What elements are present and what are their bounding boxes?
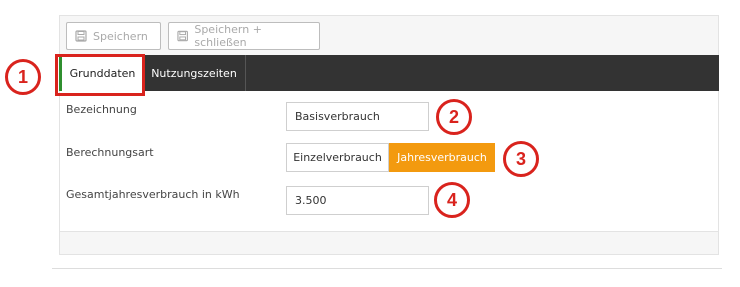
annotation-badge-4: 4 [434, 182, 470, 218]
save-button-label: Speichern [93, 29, 148, 43]
annotation-badge-3: 3 [503, 141, 539, 177]
gesamtjahresverbrauch-input[interactable]: 3.500 [286, 186, 429, 215]
option-einzelverbrauch[interactable]: Einzelverbrauch [286, 143, 389, 172]
gesamtjahresverbrauch-label: Gesamtjahresverbrauch in kWh [66, 188, 240, 201]
annotation-badge-1: 1 [5, 59, 41, 95]
save-close-button-label: Speichern + schließen [194, 23, 262, 49]
option-jahresverbrauch[interactable]: Jahresverbrauch [389, 143, 495, 172]
tab-nutzungszeiten[interactable]: Nutzungszeiten [143, 55, 246, 91]
berechnungsart-label: Berechnungsart [66, 146, 154, 159]
highlight-box [55, 54, 145, 96]
save-icon [177, 30, 188, 42]
tab-bar: Grunddaten Nutzungszeiten [59, 55, 719, 91]
divider [52, 268, 722, 269]
bezeichnung-input[interactable]: Basisverbrauch [286, 102, 429, 131]
save-button[interactable]: Speichern [66, 22, 161, 50]
save-icon [75, 30, 87, 42]
bezeichnung-label: Bezeichnung [66, 103, 137, 116]
save-close-button[interactable]: Speichern + schließen [168, 22, 320, 50]
annotation-badge-2: 2 [436, 99, 472, 135]
tab-nutzungszeiten-label: Nutzungszeiten [151, 66, 237, 80]
